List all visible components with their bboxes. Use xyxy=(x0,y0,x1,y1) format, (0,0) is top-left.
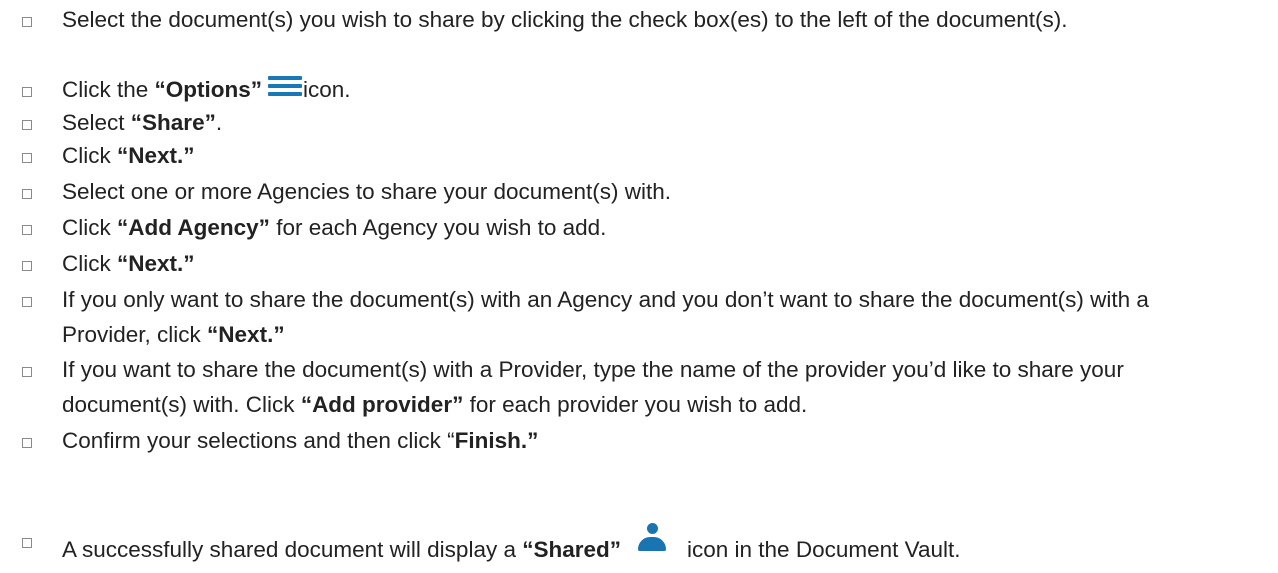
bullet-checkbox xyxy=(22,438,32,448)
bullet-checkbox xyxy=(22,261,32,271)
step-text: Click the “Options” icon. xyxy=(62,76,351,102)
step-text: A successfully shared document will disp… xyxy=(62,523,1208,567)
step-text: Confirm your selections and then click “… xyxy=(62,428,539,453)
bullet-checkbox xyxy=(22,87,32,97)
bullet-checkbox xyxy=(22,367,32,377)
step-text: Click “Next.” xyxy=(62,251,195,276)
step-text: Click “Next.” xyxy=(62,143,195,168)
bullet-checkbox xyxy=(22,153,32,163)
shared-person-icon xyxy=(633,523,671,559)
bullet-checkbox xyxy=(22,17,32,27)
options-menu-icon xyxy=(268,76,303,98)
step-text: Select the document(s) you wish to share… xyxy=(62,7,1068,32)
instruction-list: Select the document(s) you wish to share… xyxy=(0,0,1278,573)
step-text: Select “Share”. xyxy=(62,110,223,135)
bullet-checkbox xyxy=(22,189,32,199)
step-text: If you only want to share the document(s… xyxy=(62,287,1149,347)
bullet-checkbox xyxy=(22,297,32,307)
step-text: Select one or more Agencies to share you… xyxy=(62,179,672,204)
bullet-checkbox xyxy=(22,538,32,548)
step-text: If you want to share the document(s) wit… xyxy=(62,357,1124,417)
step-text: Click “Add Agency” for each Agency you w… xyxy=(62,215,607,240)
bullet-checkbox xyxy=(22,225,32,235)
bullet-checkbox xyxy=(22,120,32,130)
